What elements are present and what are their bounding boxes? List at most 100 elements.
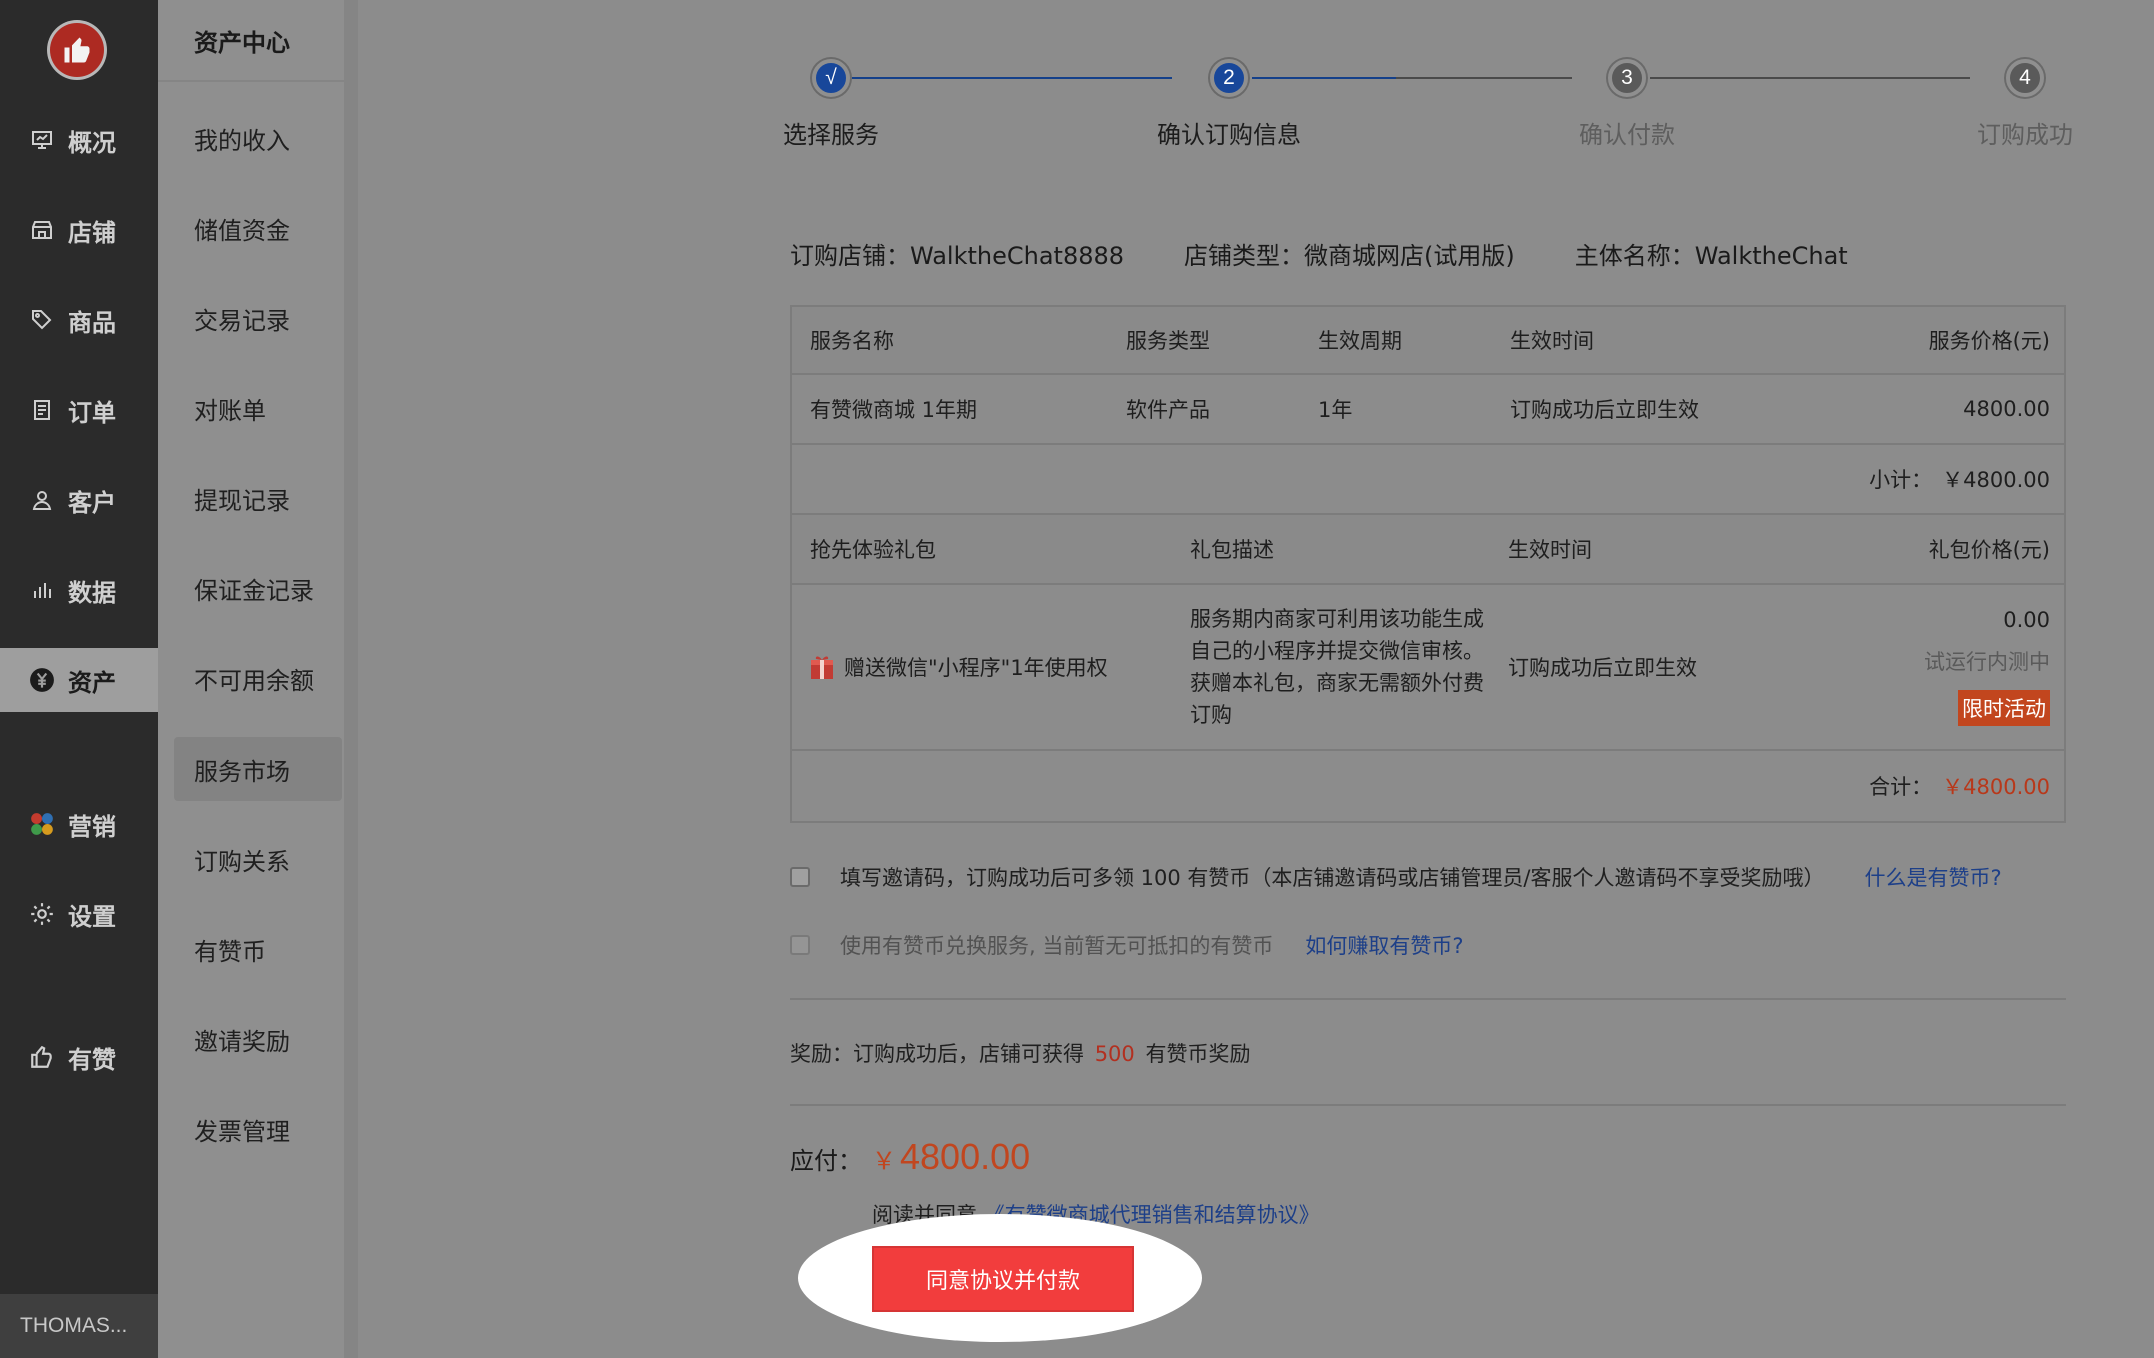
what-is-coin-link[interactable]: 什么是有赞币? — [1865, 862, 2002, 892]
gift-price-cell: 0.00 试运行内测中 限时活动 — [1924, 585, 2050, 749]
nav-data[interactable]: 数据 — [0, 558, 158, 622]
total: 合计： ￥4800.00 — [1869, 751, 2050, 821]
gift-effective: 订购成功后立即生效 — [1508, 656, 1697, 680]
sidebar-item-stored-value[interactable]: 储值资金 — [174, 196, 342, 260]
nav-assets-label: 资产 — [68, 668, 116, 697]
gift-name: 赠送微信"小程序"1年使用权 — [844, 656, 1108, 680]
amount-due: 应付： ￥ 4800.00 — [790, 1136, 1030, 1178]
nav-products[interactable]: 商品 — [0, 288, 158, 352]
step-3-label: 确认付款 — [1579, 121, 1675, 149]
service-table-header: 服务名称 服务类型 生效周期 生效时间 服务价格(元) — [792, 307, 2064, 375]
sidebar-item-income[interactable]: 我的收入 — [174, 106, 342, 170]
coin-option: 使用有赞币兑换服务, 当前暂无可抵扣的有赞币 如何赚取有赞币? — [790, 930, 1464, 960]
total-row: 合计： ￥4800.00 — [792, 751, 2064, 821]
sidebar-item-transactions[interactable]: 交易记录 — [174, 286, 342, 350]
earn-coin-link[interactable]: 如何赚取有赞币? — [1305, 930, 1463, 960]
agree-and-pay-button[interactable]: 同意协议并付款 — [872, 1246, 1134, 1312]
yuan-icon — [28, 666, 56, 694]
gift-description: 服务期内商家可利用该功能生成自己的小程序并提交微信审核。获赠本礼包，商家无需额外… — [1190, 607, 1484, 727]
amount-due-number: 4800.00 — [900, 1136, 1031, 1177]
col-period: 生效周期 — [1318, 329, 1402, 353]
nav-marketing[interactable]: 营销 — [0, 792, 158, 856]
step-1-label: 选择服务 — [783, 121, 879, 149]
nav-overview-label: 概况 — [68, 128, 116, 157]
invite-code-text: 填写邀请码，订购成功后可多领 100 有赞币（本店铺邀请码或店铺管理员/客服个人… — [840, 866, 1825, 890]
user-account[interactable]: THOMAS... — [0, 1294, 158, 1358]
nav-overview[interactable]: 概况 — [0, 108, 158, 172]
subtotal: 小计： ￥4800.00 — [1869, 445, 2050, 513]
nav-youzan[interactable]: 有赞 — [0, 1025, 158, 1089]
amount-due-label: 应付： — [790, 1147, 862, 1175]
col-service-type: 服务类型 — [1126, 329, 1210, 353]
invite-code-checkbox[interactable] — [790, 867, 810, 887]
currency-symbol: ￥ — [872, 1148, 896, 1175]
gift-row: 赠送微信"小程序"1年使用权 服务期内商家可利用该功能生成自己的小程序并提交微信… — [792, 585, 2064, 751]
divider — [790, 998, 2066, 1000]
sidebar-item-service-market[interactable]: 服务市场 — [174, 737, 342, 801]
order-store-type: 店铺类型：微商城网店(试用版) — [1184, 242, 1515, 270]
order-info: 订购店铺：WalktheChat8888 店铺类型：微商城网店(试用版) 主体名… — [790, 236, 1848, 271]
subtotal-value: ￥4800.00 — [1942, 468, 2050, 492]
document-icon — [28, 396, 56, 424]
step-connector-2 — [1252, 77, 1572, 79]
sidebar-item-statements[interactable]: 对账单 — [174, 376, 342, 440]
nav-store-label: 店铺 — [68, 218, 116, 247]
col-gift-effective: 生效时间 — [1508, 538, 1592, 562]
gift-status: 试运行内测中 — [1924, 650, 2050, 674]
sidebar-item-invite-reward[interactable]: 邀请奖励 — [174, 1007, 342, 1071]
step-connector-3 — [1650, 77, 1970, 79]
sidebar-item-unavailable-balance[interactable]: 不可用余额 — [174, 646, 342, 710]
step-2-dot: 2 — [1210, 59, 1248, 97]
nav-youzan-label: 有赞 — [68, 1045, 116, 1074]
monitor-icon — [28, 126, 56, 154]
limited-offer-badge: 限时活动 — [1958, 690, 2050, 726]
col-service-name: 服务名称 — [810, 329, 894, 353]
step-2-label: 确认订购信息 — [1157, 121, 1301, 149]
step-connector-1 — [852, 77, 1172, 79]
step-4-dot: 4 — [2006, 59, 2044, 97]
main-content: √ 2 3 4 选择服务 确认订购信息 确认付款 订购成功 订购店铺：Walkt… — [372, 0, 2154, 1358]
nav-products-label: 商品 — [68, 308, 116, 337]
nav-store[interactable]: 店铺 — [0, 198, 158, 262]
step-1-dot: √ — [812, 59, 850, 97]
use-coin-checkbox[interactable] — [790, 935, 810, 955]
sidebar-item-withdrawals[interactable]: 提现记录 — [174, 466, 342, 530]
nav-settings[interactable]: 设置 — [0, 882, 158, 946]
col-gift-price: 礼包价格(元) — [1928, 538, 2050, 562]
nav-settings-label: 设置 — [68, 902, 116, 931]
step-4-label: 订购成功 — [1977, 121, 2073, 149]
service-period: 1年 — [1318, 398, 1353, 422]
gift-desc-cell: 服务期内商家可利用该功能生成自己的小程序并提交微信审核。获赠本礼包，商家无需额外… — [1190, 585, 1490, 749]
nav-orders-label: 订单 — [68, 398, 116, 427]
total-label: 合计： — [1869, 775, 1933, 799]
sidebar-item-subscriptions[interactable]: 订购关系 — [174, 827, 342, 891]
section-title: 资产中心 — [158, 0, 358, 82]
reward-suffix: 有赞币奖励 — [1145, 1042, 1251, 1066]
gift-name-cell: 赠送微信"小程序"1年使用权 — [810, 585, 1108, 749]
service-price: 4800.00 — [1963, 397, 2050, 421]
sidebar-item-invoices[interactable]: 发票管理 — [174, 1097, 342, 1161]
gear-icon — [28, 900, 56, 928]
amount-due-value: ￥ 4800.00 — [872, 1136, 1030, 1178]
col-effective-time: 生效时间 — [1510, 329, 1594, 353]
secondary-sidebar: 资产中心 我的收入 储值资金 交易记录 对账单 提现记录 保证金记录 不可用余额… — [158, 0, 358, 1358]
youzan-logo[interactable] — [47, 20, 107, 80]
table-row: 有赞微商城 1年期 软件产品 1年 订购成功后立即生效 4800.00 — [792, 375, 2064, 445]
user-icon — [28, 486, 56, 514]
sidebar-item-youzan-coin[interactable]: 有赞币 — [174, 917, 342, 981]
col-price: 服务价格(元) — [1928, 329, 2050, 353]
nav-customers-label: 客户 — [68, 488, 116, 517]
tag-icon — [28, 306, 56, 334]
invite-code-option: 填写邀请码，订购成功后可多领 100 有赞币（本店铺邀请码或店铺管理员/客服个人… — [790, 862, 2002, 892]
service-type: 软件产品 — [1126, 398, 1210, 422]
order-entity: 主体名称：WalktheChat — [1574, 242, 1848, 270]
apps-icon — [28, 810, 56, 838]
divider — [790, 1104, 2066, 1106]
service-name: 有赞微商城 1年期 — [810, 398, 978, 422]
nav-data-label: 数据 — [68, 578, 116, 607]
sidebar-item-deposit[interactable]: 保证金记录 — [174, 556, 342, 620]
nav-assets[interactable]: 资产 — [0, 648, 158, 712]
nav-orders[interactable]: 订单 — [0, 378, 158, 442]
bar-chart-icon — [28, 576, 56, 604]
nav-customers[interactable]: 客户 — [0, 468, 158, 532]
